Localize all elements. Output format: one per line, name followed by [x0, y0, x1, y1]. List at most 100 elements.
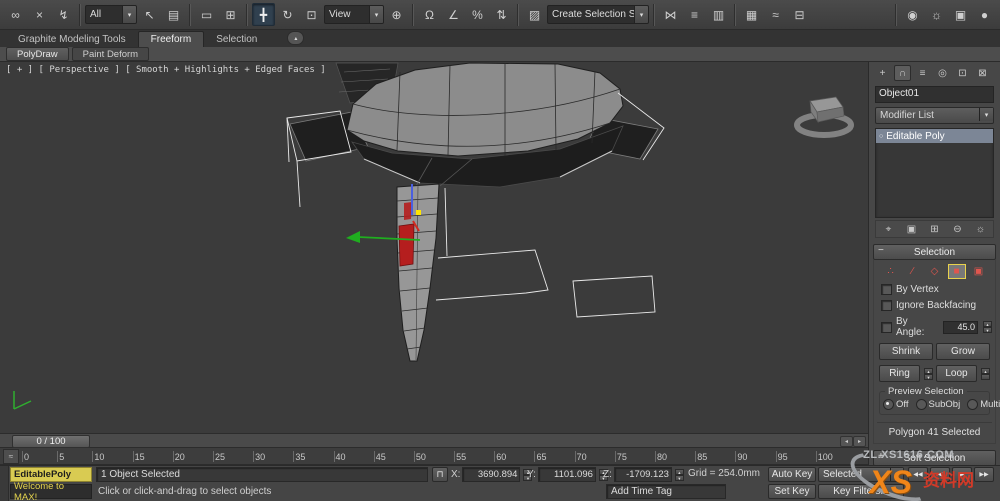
element-mode-icon[interactable]: ▣ — [970, 264, 988, 279]
graphite-modeling-icon[interactable]: ▦ — [740, 3, 763, 26]
loop-button[interactable]: Loop — [936, 365, 977, 382]
schematic-view-icon[interactable]: ⊟ — [788, 3, 811, 26]
select-and-move-icon[interactable]: ╋ — [252, 3, 275, 26]
viewport-canvas[interactable] — [0, 62, 868, 433]
loop-spinner[interactable]: ▴ — [981, 367, 990, 380]
selection-lock-icon[interactable]: ⊓ — [432, 467, 448, 482]
modifier-stack[interactable]: ○ Editable Poly — [875, 128, 994, 218]
by-angle-spinner[interactable]: ▴ ▾ — [983, 321, 992, 333]
select-and-rotate-icon[interactable]: ↻ — [276, 3, 299, 26]
preview-off-radio[interactable] — [883, 399, 894, 410]
modifier-list-dropdown[interactable]: Modifier List ▾ — [875, 107, 994, 124]
select-and-scale-icon[interactable]: ⊡ — [300, 3, 323, 26]
spinner-down-icon[interactable] — [981, 373, 990, 380]
spinner-down-icon[interactable]: ▾ — [924, 373, 933, 380]
mirror-icon[interactable]: ⋈ — [659, 3, 682, 26]
next-frame-arrow-icon[interactable]: ▸ — [853, 436, 866, 447]
selection-filter-dropdown[interactable]: All ▾ — [85, 5, 137, 24]
tab-graphite-modeling-tools[interactable]: Graphite Modeling Tools — [6, 32, 138, 47]
configure-modifier-sets-icon[interactable]: ☼ — [971, 222, 990, 236]
pin-stack-icon[interactable]: ⌖ — [879, 222, 898, 236]
shrink-button[interactable]: Shrink — [879, 343, 933, 360]
spinner-snap-icon[interactable]: ⇅ — [490, 3, 513, 26]
time-tag-field[interactable]: Add Time Tag — [606, 484, 726, 499]
tab-selection[interactable]: Selection — [204, 32, 269, 47]
display-tab-icon[interactable]: ⊡ — [954, 65, 971, 81]
preview-subobj-radio[interactable] — [915, 399, 927, 410]
layer-manager-icon[interactable]: ▥ — [707, 3, 730, 26]
view-cube[interactable] — [794, 96, 854, 138]
select-and-link-icon[interactable]: ∞ — [4, 3, 27, 26]
z-coordinate-field[interactable]: -1709.123 — [613, 467, 672, 482]
select-by-name-icon[interactable]: ▤ — [162, 3, 185, 26]
percent-snap-icon[interactable]: % — [466, 3, 489, 26]
border-mode-icon[interactable]: ◇ — [926, 264, 944, 279]
edit-named-selection-sets-icon[interactable]: ▨ — [523, 3, 546, 26]
chevron-down-icon: ▾ — [369, 6, 383, 23]
model-mesh[interactable] — [289, 62, 659, 362]
triangle-right-icon: ▸ — [857, 439, 861, 445]
polydraw-panel-tab[interactable]: PolyDraw — [6, 47, 69, 61]
timeline-tick: 0 — [22, 450, 30, 462]
x-coordinate-field[interactable]: 3690.894 — [462, 467, 521, 482]
material-editor-icon[interactable]: ◉ — [901, 3, 924, 26]
polygon-mode-icon[interactable]: ■ — [947, 264, 966, 279]
viewport[interactable]: [ + ] [ Perspective ] [ Smooth + Highlig… — [0, 62, 868, 433]
rendered-frame-window-icon[interactable]: ▣ — [949, 3, 972, 26]
use-pivot-center-icon[interactable]: ⊕ — [385, 3, 408, 26]
track-bar[interactable]: ≈ 0 5 10 15 20 25 30 35 40 45 50 55 60 65 70 75 80 85 90 95… — [0, 448, 868, 465]
tab-freeform[interactable]: Freeform — [137, 31, 205, 47]
listener-line[interactable]: Welcome to MAX! — [10, 481, 92, 501]
create-tab-icon[interactable]: + — [874, 65, 891, 81]
selection-rollout-header[interactable]: − Selection — [873, 244, 996, 260]
by-vertex-label: By Vertex — [896, 284, 939, 295]
ribbon-minimize-icon[interactable]: ▴ — [287, 31, 305, 45]
auto-key-button[interactable]: Auto Key — [768, 467, 816, 482]
remove-modifier-icon[interactable]: ⊖ — [948, 222, 967, 236]
by-vertex-checkbox[interactable] — [881, 284, 892, 295]
rectangular-selection-region-icon[interactable]: ▭ — [195, 3, 218, 26]
render-production-icon[interactable]: ● — [973, 3, 996, 26]
by-angle-field[interactable]: 45.0 — [942, 320, 978, 334]
set-key-button[interactable]: Set Key — [768, 484, 816, 499]
visibility-bulb-icon[interactable]: ○ — [879, 133, 883, 140]
mini-curve-editor-icon[interactable]: ≈ — [3, 448, 19, 464]
curve-editor-icon[interactable]: ≈ — [764, 3, 787, 26]
ignore-backfacing-checkbox[interactable] — [881, 300, 892, 311]
previous-frame-arrow-icon[interactable]: ◂ — [840, 436, 853, 447]
ring-spinner[interactable]: ▴ ▾ — [924, 367, 933, 380]
grow-button[interactable]: Grow — [936, 343, 990, 360]
edge-mode-icon[interactable]: ∕ — [904, 264, 922, 279]
snap-toggle-icon[interactable]: Ω — [418, 3, 441, 26]
y-coordinate-field[interactable]: 1101.096 — [537, 467, 596, 482]
viewport-label[interactable]: [ + ] [ Perspective ] [ Smooth + Highlig… — [6, 65, 326, 75]
hierarchy-tab-icon[interactable]: ≡ — [914, 65, 931, 81]
unlink-selection-icon[interactable]: × — [28, 3, 51, 26]
render-setup-icon[interactable]: ☼ — [925, 3, 948, 26]
timeline-tick: 55 — [454, 450, 467, 462]
select-object-icon[interactable]: ↖ — [138, 3, 161, 26]
object-name-field[interactable]: Object01 — [875, 86, 994, 103]
vertex-mode-icon[interactable]: ∴ — [882, 264, 900, 279]
time-slider[interactable]: 0 / 100 ◂ ▸ — [0, 433, 868, 448]
modify-tab-icon[interactable]: ∩ — [894, 65, 911, 81]
named-selection-combo[interactable]: Create Selection Se ▾ — [547, 5, 649, 24]
reference-coordinate-dropdown[interactable]: View ▾ — [324, 5, 384, 24]
spinner-down-icon[interactable]: ▾ — [983, 327, 992, 333]
time-slider-handle[interactable]: 0 / 100 — [12, 435, 90, 448]
by-angle-checkbox[interactable] — [881, 321, 892, 333]
modifier-stack-item[interactable]: ○ Editable Poly — [876, 129, 993, 143]
align-icon[interactable]: ≡ — [683, 3, 706, 26]
utilities-tab-icon[interactable]: ⊠ — [974, 65, 991, 81]
show-end-result-icon[interactable]: ▣ — [902, 222, 921, 236]
ring-button[interactable]: Ring — [879, 365, 920, 382]
bind-to-space-warp-icon[interactable]: ↯ — [52, 3, 75, 26]
motion-tab-icon[interactable]: ◎ — [934, 65, 951, 81]
paint-deform-panel-tab[interactable]: Paint Deform — [71, 47, 150, 61]
angle-snap-icon[interactable]: ∠ — [442, 3, 465, 26]
make-unique-icon[interactable]: ⊞ — [925, 222, 944, 236]
window-crossing-icon[interactable]: ⊞ — [219, 3, 242, 26]
preview-multi-radio[interactable] — [967, 399, 979, 410]
toolbar-separator — [79, 3, 81, 26]
mini-listener-strip[interactable] — [0, 466, 9, 501]
